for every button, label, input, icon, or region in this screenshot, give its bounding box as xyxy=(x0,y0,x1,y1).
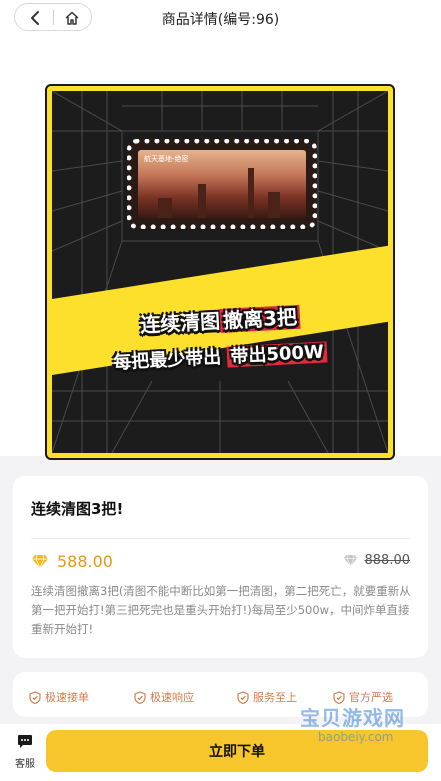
divider xyxy=(31,538,410,539)
game-screenshot: 航天基地-绝密 xyxy=(138,150,306,218)
current-price: 588.00 xyxy=(57,552,113,571)
service-item: 极速接单 xyxy=(29,689,89,705)
service-label: 极速响应 xyxy=(150,691,194,704)
shield-check-icon xyxy=(29,690,41,704)
shield-check-icon xyxy=(134,690,146,704)
customer-service-button[interactable]: 客服 xyxy=(10,734,40,770)
service-item: 官方严选 xyxy=(333,689,393,705)
product-banner: 航天基地-绝密 连续清图撤离3把 每把最少带出 带出500W xyxy=(0,38,441,460)
diamond-gray-icon xyxy=(343,554,358,567)
chat-icon xyxy=(18,735,32,748)
service-label: 服务至上 xyxy=(253,691,297,704)
service-item: 极速响应 xyxy=(134,689,194,705)
service-label: 官方严选 xyxy=(349,691,393,704)
banner-frame: 航天基地-绝密 连续清图撤离3把 每把最少带出 带出500W xyxy=(45,84,395,460)
game-screenshot-frame: 航天基地-绝密 xyxy=(127,139,317,229)
bottom-action-bar: 客服 立即下单 xyxy=(0,724,441,781)
header-bar: 商品详情(编号:96) xyxy=(0,0,441,38)
product-title: 连续清图3把! xyxy=(31,500,124,518)
customer-service-label: 客服 xyxy=(15,759,35,770)
shield-check-icon xyxy=(237,690,249,704)
product-description: 连续清图撤离3把(清图不能中断比如第一把清图，第二把死亡，就要重新从第一把开始打… xyxy=(31,584,411,636)
page-title: 商品详情(编号:96) xyxy=(161,12,280,28)
banner-image: 航天基地-绝密 连续清图撤离3把 每把最少带出 带出500W xyxy=(52,91,388,453)
shield-check-icon xyxy=(333,690,345,704)
order-now-button[interactable]: 立即下单 xyxy=(46,730,428,772)
price-row: 588.00 888.00 xyxy=(31,550,410,572)
product-info-card: 连续清图3把! 588.00 888.00 连续清图撤离3把(清图不能中断比如第… xyxy=(13,476,428,658)
service-guarantees: 极速接单 极速响应 服务至上 官方严选 xyxy=(13,672,428,717)
service-label: 极速接单 xyxy=(45,691,89,704)
screenshot-caption: 航天基地-绝密 xyxy=(144,155,189,163)
service-item: 服务至上 xyxy=(237,689,297,705)
diamond-icon xyxy=(32,554,48,569)
original-price: 888.00 xyxy=(364,553,411,568)
